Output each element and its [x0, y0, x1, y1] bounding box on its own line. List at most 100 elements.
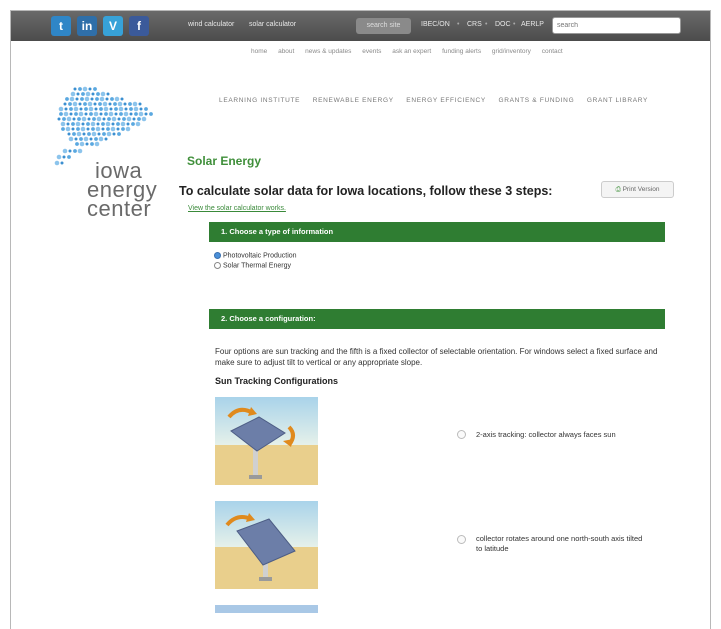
logo-dot: [86, 122, 90, 126]
logo-dot: [65, 97, 69, 101]
logo-dot: [132, 101, 138, 107]
utility-link-news[interactable]: news & updates: [305, 48, 351, 55]
logo-dot: [74, 137, 78, 141]
topbar-separator: •: [457, 21, 460, 28]
print-version-button[interactable]: ⎙ Print Version: [601, 181, 674, 198]
option-photovoltaic-label: Photovoltaic Production: [223, 252, 297, 260]
logo-dot: [111, 116, 117, 122]
logo-dot: [112, 132, 116, 136]
facebook-icon[interactable]: f: [129, 16, 149, 36]
logo-dot: [90, 121, 96, 127]
logo-dot: [137, 117, 141, 121]
logo-dot: [99, 107, 103, 111]
config-label-two-axis: 2-axis tracking: collector always faces …: [476, 430, 616, 439]
radio-photovoltaic[interactable]: [214, 252, 221, 259]
logo-dot: [85, 142, 89, 146]
twitter-icon[interactable]: t: [51, 16, 71, 36]
logo-dot: [76, 131, 82, 137]
utility-link-grid[interactable]: grid/inventory: [492, 48, 531, 55]
wind-calculator-link[interactable]: wind calculator: [188, 21, 234, 28]
logo-dot: [108, 102, 112, 106]
logo-dot: [102, 132, 106, 136]
logo-dot: [123, 111, 129, 117]
config-radio-two-axis[interactable]: [457, 430, 466, 439]
logo-dot: [108, 111, 114, 117]
logo-dot: [98, 136, 104, 142]
nav-energy-efficiency[interactable]: ENERGY EFFICIENCY: [406, 97, 486, 104]
logo-dot: [76, 92, 80, 96]
logo-dot: [110, 126, 116, 132]
solar-calculator-link[interactable]: solar calculator: [249, 21, 296, 28]
printer-icon: ⎙: [615, 186, 621, 193]
logo-dot: [118, 106, 124, 112]
logo-dot: [101, 122, 105, 126]
how-calculator-works-link[interactable]: View the solar calculator works.: [188, 205, 286, 212]
topbar-link-crs[interactable]: CRS: [467, 21, 482, 28]
vimeo-icon[interactable]: V: [103, 16, 123, 36]
one-axis-tracker-illustration[interactable]: [215, 501, 318, 589]
nav-grant-library[interactable]: GRANT LIBRARY: [587, 97, 648, 104]
logo-dot: [88, 87, 92, 91]
logo-dot: [60, 121, 66, 127]
logo-dot: [106, 127, 110, 131]
logo-dot: [64, 107, 68, 111]
logo-dot: [117, 101, 123, 107]
logo-dot: [77, 148, 83, 154]
logo-dot: [85, 91, 91, 97]
logo-dot: [80, 97, 84, 101]
logo-dot: [98, 102, 102, 106]
logo-dot: [94, 107, 98, 111]
option-photovoltaic[interactable]: Photovoltaic Production: [214, 252, 297, 259]
utility-link-events[interactable]: events: [362, 48, 381, 55]
logo-dot: [66, 116, 72, 122]
logo-dot: [99, 96, 105, 102]
logo-dot: [131, 122, 135, 126]
utility-link-funding[interactable]: funding alerts: [442, 48, 481, 55]
logo-dot: [59, 112, 63, 116]
utility-link-contact[interactable]: contact: [542, 48, 563, 55]
logo-dot: [70, 91, 76, 97]
main-nav: LEARNING INSTITUTE RENEWABLE ENERGY ENER…: [219, 97, 658, 104]
logo-dot: [104, 112, 108, 116]
logo-dot: [65, 126, 71, 132]
logo-dot: [116, 127, 120, 131]
search-input[interactable]: [552, 17, 681, 34]
logo-dot: [133, 106, 139, 112]
logo-dot: [88, 106, 94, 112]
topbar-link-ibecon[interactable]: IBEC/ON: [421, 21, 450, 28]
linkedin-icon[interactable]: in: [77, 16, 97, 36]
logo-dot: [84, 112, 88, 116]
logo-dot: [91, 127, 95, 131]
logo-dot: [84, 107, 88, 111]
radio-solar-thermal[interactable]: [214, 262, 221, 269]
logo-dot: [83, 136, 89, 142]
logo-dot: [82, 132, 86, 136]
two-axis-tracker-illustration[interactable]: [215, 397, 318, 485]
search-site-button[interactable]: search site: [356, 18, 411, 34]
logo-dot: [67, 132, 71, 136]
config-radio-one-axis[interactable]: [457, 535, 466, 544]
utility-link-home[interactable]: home: [251, 48, 267, 55]
logo-dot: [121, 127, 125, 131]
logo-dot: [79, 107, 83, 111]
utility-link-about[interactable]: about: [278, 48, 294, 55]
option-solar-thermal[interactable]: Solar Thermal Energy: [214, 262, 291, 269]
nav-grants-funding[interactable]: GRANTS & FUNDING: [498, 97, 574, 104]
nav-learning-institute[interactable]: LEARNING INSTITUTE: [219, 97, 300, 104]
logo-dot: [89, 137, 93, 141]
logo-dot: [123, 102, 127, 106]
print-version-label: Print Version: [622, 186, 660, 193]
topbar-link-doc[interactable]: DOC: [495, 21, 511, 28]
logo-dot: [81, 92, 85, 96]
logo-dot: [83, 102, 87, 106]
nav-renewable-energy[interactable]: RENEWABLE ENERGY: [313, 97, 394, 104]
logo-dot: [54, 160, 60, 166]
logo-dot: [61, 127, 65, 131]
topbar-link-aerlp[interactable]: AERLP: [521, 21, 544, 28]
utility-link-ask-expert[interactable]: ask an expert: [392, 48, 431, 55]
logo-dot: [78, 111, 84, 117]
config-label-one-axis: collector rotates around one north-south…: [476, 534, 643, 553]
logo-dot: [58, 106, 64, 112]
logo-dot: [114, 107, 118, 111]
logo-dot: [87, 101, 93, 107]
